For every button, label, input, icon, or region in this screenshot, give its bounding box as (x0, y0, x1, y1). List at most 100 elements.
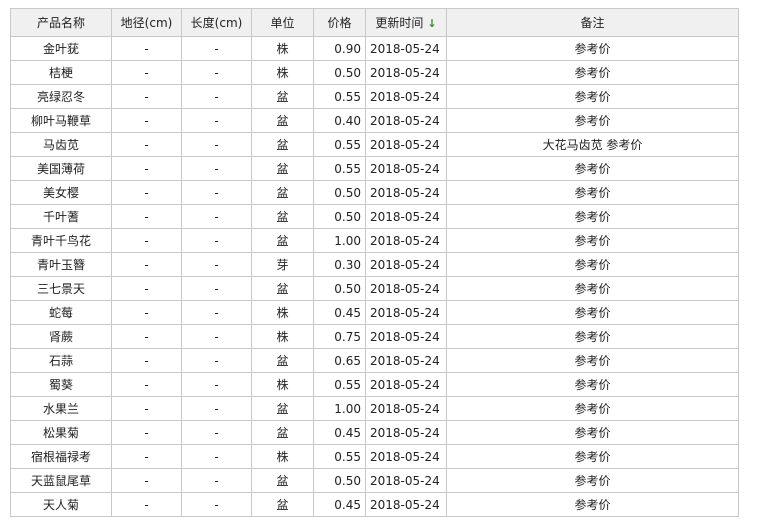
cell-unit: 盆 (251, 348, 314, 373)
cell-diameter: - (111, 228, 182, 253)
cell-updated: 2018-05-24 (365, 156, 447, 181)
table-row: 青叶千鸟花 - - 盆 1.00 2018-05-24 参考价 (10, 228, 739, 253)
cell-length: - (181, 324, 252, 349)
cell-diameter: - (111, 204, 182, 229)
table-row: 马齿苋 - - 盆 0.55 2018-05-24 大花马齿苋 参考价 (10, 132, 739, 157)
cell-diameter: - (111, 420, 182, 445)
cell-length: - (181, 60, 252, 85)
cell-unit: 株 (251, 300, 314, 325)
cell-note: 参考价 (446, 228, 739, 253)
cell-diameter: - (111, 324, 182, 349)
cell-updated: 2018-05-24 (365, 204, 447, 229)
cell-note: 参考价 (446, 276, 739, 301)
price-table: 产品名称 地径(cm) 长度(cm) 单位 价格 更新时间 ↓ 备注 金叶莸 - - 株… (10, 8, 739, 517)
cell-name: 蛇莓 (10, 300, 112, 325)
cell-price: 0.50 (313, 60, 366, 85)
cell-length: - (181, 228, 252, 253)
col-header-note[interactable]: 备注 (446, 8, 739, 37)
col-header-diameter[interactable]: 地径(cm) (111, 8, 182, 37)
header-row: 产品名称 地径(cm) 长度(cm) 单位 价格 更新时间 ↓ 备注 (10, 8, 739, 37)
cell-updated: 2018-05-24 (365, 108, 447, 133)
cell-unit: 盆 (251, 276, 314, 301)
col-header-unit[interactable]: 单位 (251, 8, 314, 37)
cell-name: 天蓝鼠尾草 (10, 468, 112, 493)
cell-updated: 2018-05-24 (365, 492, 447, 517)
table-row: 千叶蓍 - - 盆 0.50 2018-05-24 参考价 (10, 204, 739, 229)
cell-unit: 株 (251, 324, 314, 349)
cell-price: 0.55 (313, 372, 366, 397)
cell-name: 亮绿忍冬 (10, 84, 112, 109)
cell-diameter: - (111, 396, 182, 421)
cell-name: 金叶莸 (10, 36, 112, 61)
cell-length: - (181, 204, 252, 229)
cell-updated: 2018-05-24 (365, 36, 447, 61)
cell-diameter: - (111, 252, 182, 277)
table-row: 松果菊 - - 盆 0.45 2018-05-24 参考价 (10, 420, 739, 445)
cell-note: 参考价 (446, 36, 739, 61)
cell-unit: 株 (251, 60, 314, 85)
cell-updated: 2018-05-24 (365, 420, 447, 445)
cell-updated: 2018-05-24 (365, 132, 447, 157)
cell-note: 参考价 (446, 492, 739, 517)
cell-price: 0.50 (313, 204, 366, 229)
cell-length: - (181, 156, 252, 181)
table-row: 柳叶马鞭草 - - 盆 0.40 2018-05-24 参考价 (10, 108, 739, 133)
table-row: 青叶玉簪 - - 芽 0.30 2018-05-24 参考价 (10, 252, 739, 277)
cell-unit: 盆 (251, 468, 314, 493)
cell-name: 肾蕨 (10, 324, 112, 349)
cell-name: 石蒜 (10, 348, 112, 373)
table-row: 肾蕨 - - 株 0.75 2018-05-24 参考价 (10, 324, 739, 349)
cell-unit: 盆 (251, 84, 314, 109)
table-row: 水果兰 - - 盆 1.00 2018-05-24 参考价 (10, 396, 739, 421)
cell-length: - (181, 396, 252, 421)
col-header-updated[interactable]: 更新时间 ↓ (365, 8, 447, 37)
col-header-price[interactable]: 价格 (313, 8, 366, 37)
cell-unit: 盆 (251, 420, 314, 445)
cell-length: - (181, 444, 252, 469)
cell-unit: 盆 (251, 156, 314, 181)
cell-updated: 2018-05-24 (365, 276, 447, 301)
cell-name: 蜀葵 (10, 372, 112, 397)
cell-length: - (181, 180, 252, 205)
cell-price: 1.00 (313, 228, 366, 253)
cell-name: 青叶千鸟花 (10, 228, 112, 253)
cell-unit: 株 (251, 36, 314, 61)
cell-updated: 2018-05-24 (365, 228, 447, 253)
cell-price: 0.55 (313, 84, 366, 109)
cell-note: 参考价 (446, 396, 739, 421)
table-row: 蜀葵 - - 株 0.55 2018-05-24 参考价 (10, 372, 739, 397)
cell-length: - (181, 348, 252, 373)
cell-diameter: - (111, 156, 182, 181)
col-header-name[interactable]: 产品名称 (10, 8, 112, 37)
cell-length: - (181, 492, 252, 517)
cell-unit: 盆 (251, 180, 314, 205)
cell-name: 天人菊 (10, 492, 112, 517)
table-row: 天人菊 - - 盆 0.45 2018-05-24 参考价 (10, 492, 739, 517)
cell-diameter: - (111, 492, 182, 517)
cell-diameter: - (111, 180, 182, 205)
table-row: 蛇莓 - - 株 0.45 2018-05-24 参考价 (10, 300, 739, 325)
cell-updated: 2018-05-24 (365, 252, 447, 277)
table-row: 桔梗 - - 株 0.50 2018-05-24 参考价 (10, 60, 739, 85)
cell-diameter: - (111, 468, 182, 493)
cell-length: - (181, 300, 252, 325)
cell-name: 柳叶马鞭草 (10, 108, 112, 133)
cell-updated: 2018-05-24 (365, 444, 447, 469)
cell-price: 0.30 (313, 252, 366, 277)
table-row: 宿根福禄考 - - 株 0.55 2018-05-24 参考价 (10, 444, 739, 469)
cell-unit: 盆 (251, 492, 314, 517)
cell-note: 参考价 (446, 324, 739, 349)
cell-diameter: - (111, 108, 182, 133)
cell-updated: 2018-05-24 (365, 372, 447, 397)
cell-name: 水果兰 (10, 396, 112, 421)
cell-diameter: - (111, 132, 182, 157)
col-header-length[interactable]: 长度(cm) (181, 8, 252, 37)
cell-diameter: - (111, 300, 182, 325)
cell-name: 宿根福禄考 (10, 444, 112, 469)
cell-updated: 2018-05-24 (365, 180, 447, 205)
cell-name: 马齿苋 (10, 132, 112, 157)
cell-price: 0.40 (313, 108, 366, 133)
cell-updated: 2018-05-24 (365, 396, 447, 421)
cell-unit: 盆 (251, 108, 314, 133)
table-row: 金叶莸 - - 株 0.90 2018-05-24 参考价 (10, 36, 739, 61)
